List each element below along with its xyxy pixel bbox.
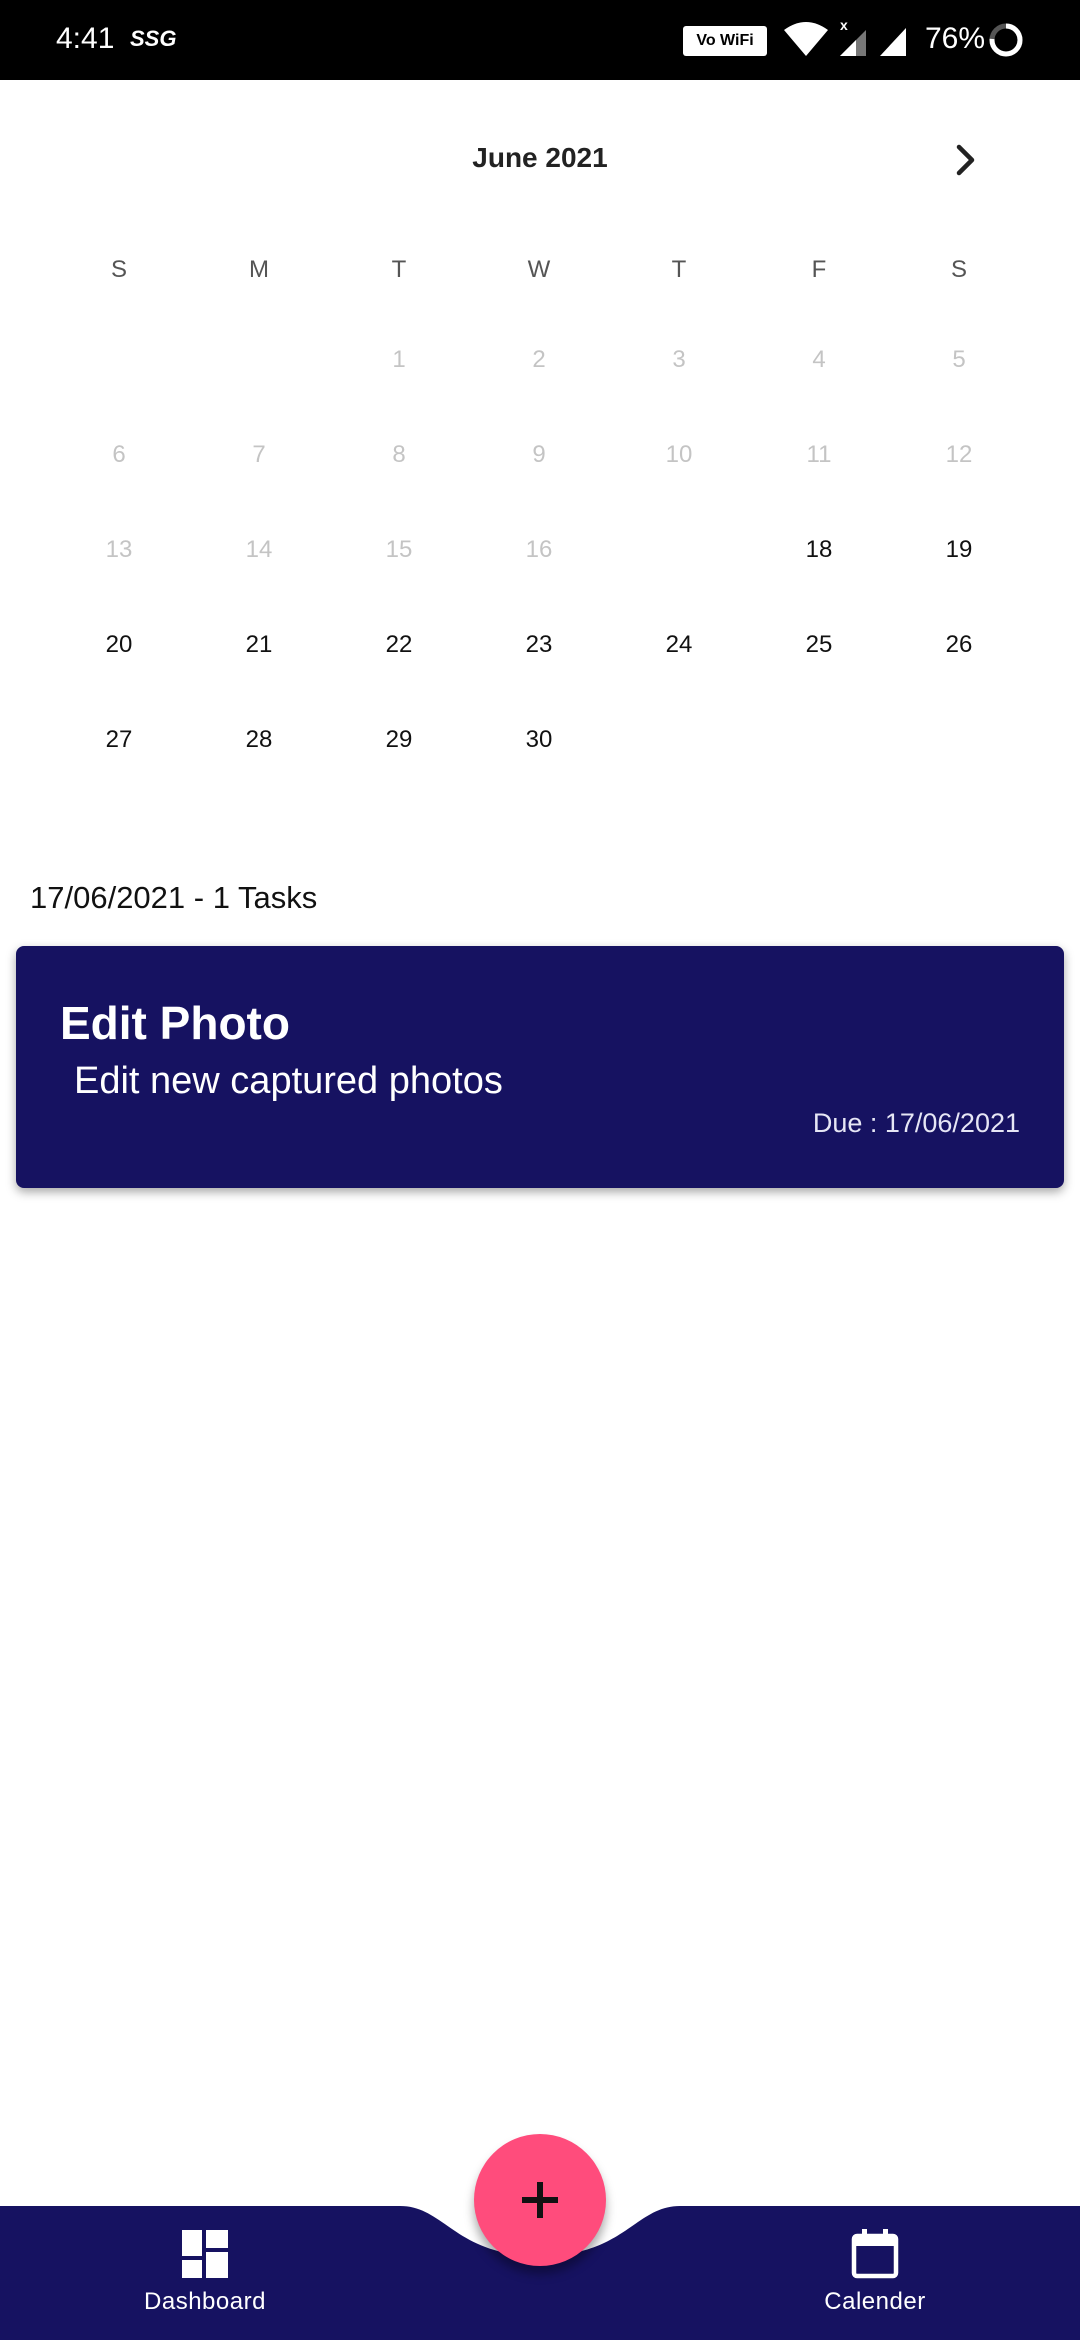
calendar-day: 4 (749, 312, 889, 407)
calendar-day-number: 16 (525, 536, 553, 563)
calendar-day: 14 (189, 502, 329, 597)
svg-text:x: x (840, 20, 848, 33)
calendar-day: 7 (189, 407, 329, 502)
status-time: 4:41 (56, 22, 115, 55)
calendar-day-number: 14 (245, 536, 273, 563)
calendar-day: 11 (749, 407, 889, 502)
calendar-day: 5 (889, 312, 1029, 407)
task-card[interactable]: Edit Photo Edit new captured photos Due … (16, 946, 1064, 1188)
calendar-day[interactable]: 29 (329, 692, 469, 787)
calendar-day[interactable]: 24 (609, 597, 749, 692)
signal-x-icon: x (840, 20, 866, 56)
calendar-day-number: 30 (525, 726, 553, 753)
calendar-day-number: 4 (812, 346, 826, 373)
calendar-day-number: 2 (532, 346, 546, 373)
dashboard-icon (182, 2230, 228, 2278)
calendar-day-number: 11 (806, 441, 832, 468)
calendar-day-number: 6 (112, 441, 126, 468)
calendar-day-number: 7 (252, 441, 266, 468)
calendar-day-number: 13 (105, 536, 133, 563)
weekday-label: S (110, 256, 127, 283)
calendar-header: June 2021 (0, 130, 1080, 190)
weekday-label: W (527, 256, 551, 283)
calendar-day-selected[interactable]: 17 (609, 502, 749, 597)
nav-dashboard[interactable]: Dashboard (105, 2228, 305, 2316)
add-task-button[interactable] (474, 2134, 606, 2266)
weekday-label: T (671, 256, 687, 283)
calendar-day[interactable]: 18 (749, 502, 889, 597)
calendar-day-number: 10 (665, 441, 693, 468)
battery-icon (989, 23, 1023, 57)
calendar-day-number: 28 (245, 726, 273, 753)
calendar-day-number: 26 (945, 631, 973, 658)
calendar-day: 9 (469, 407, 609, 502)
nav-calendar-label: Calender (824, 2288, 926, 2315)
calendar-day-number: 8 (392, 441, 406, 468)
task-title: Edit Photo (60, 997, 290, 1049)
calendar-day: 12 (889, 407, 1029, 502)
calendar-day-number: 20 (105, 631, 133, 658)
calendar-day[interactable]: 26 (889, 597, 1029, 692)
task-description: Edit new captured photos (74, 1060, 503, 1102)
calendar-day-number: 25 (805, 631, 833, 658)
calendar-day-number: 15 (385, 536, 413, 563)
calendar-day[interactable]: 23 (469, 597, 609, 692)
calendar-day-number: 27 (105, 726, 133, 753)
calendar-day[interactable]: 22 (329, 597, 469, 692)
calendar-day-number: 29 (385, 726, 413, 753)
calendar-day[interactable]: 30 (469, 692, 609, 787)
calendar-day[interactable]: 27 (49, 692, 189, 787)
weekday-row: S M T W T F S (0, 250, 1080, 290)
tasks-heading: 17/06/2021 - 1 Tasks (30, 880, 318, 915)
calendar-day-number: 18 (805, 536, 833, 563)
task-due-date: Due : 17/06/2021 (812, 1108, 1020, 1138)
status-bar: 4:41 SSG Vo WiFi x 76% (0, 0, 1080, 80)
calendar-day-number: 21 (245, 631, 273, 658)
calendar-day: 1 (329, 312, 469, 407)
battery-percent: 76% (925, 22, 986, 55)
calendar-icon (851, 2229, 899, 2279)
calendar-day: 10 (609, 407, 749, 502)
calendar-day-number: 17 (665, 536, 693, 563)
calendar-day: 15 (329, 502, 469, 597)
calendar-day-number: 19 (945, 536, 973, 563)
calendar-day[interactable]: 20 (49, 597, 189, 692)
calendar-day: 16 (469, 502, 609, 597)
signal-icon (880, 28, 906, 56)
nav-dashboard-label: Dashboard (144, 2288, 266, 2315)
calendar-day-number: 1 (392, 346, 406, 373)
calendar-day-number: 23 (525, 631, 553, 658)
calendar-day-number: 3 (672, 346, 686, 373)
weekday-label: S (950, 256, 967, 283)
calendar-day[interactable]: 21 (189, 597, 329, 692)
plus-icon (522, 2182, 558, 2218)
calendar-day: 8 (329, 407, 469, 502)
calendar-day[interactable]: 28 (189, 692, 329, 787)
wifi-icon (784, 22, 828, 56)
weekday-label: F (811, 256, 827, 283)
chevron-right-icon[interactable] (946, 140, 986, 180)
nav-calendar[interactable]: Calender (775, 2228, 975, 2316)
calendar-day[interactable]: 19 (889, 502, 1029, 597)
calendar-day[interactable]: 25 (749, 597, 889, 692)
calendar-day: 2 (469, 312, 609, 407)
calendar-day: 3 (609, 312, 749, 407)
calendar-day-number: 22 (385, 631, 413, 658)
month-title: June 2021 (472, 142, 608, 173)
calendar-day-number: 5 (952, 346, 966, 373)
carrier-label: SSG (130, 26, 177, 51)
calendar-day: 13 (49, 502, 189, 597)
calendar-day: 6 (49, 407, 189, 502)
weekday-label: M (249, 256, 269, 283)
calendar-day-number: 24 (665, 631, 693, 658)
calendar-day-number: 12 (945, 441, 973, 468)
weekday-label: T (391, 256, 407, 283)
calendar-day-number: 9 (532, 441, 546, 468)
vowifi-badge: Vo WiFi (683, 26, 767, 56)
